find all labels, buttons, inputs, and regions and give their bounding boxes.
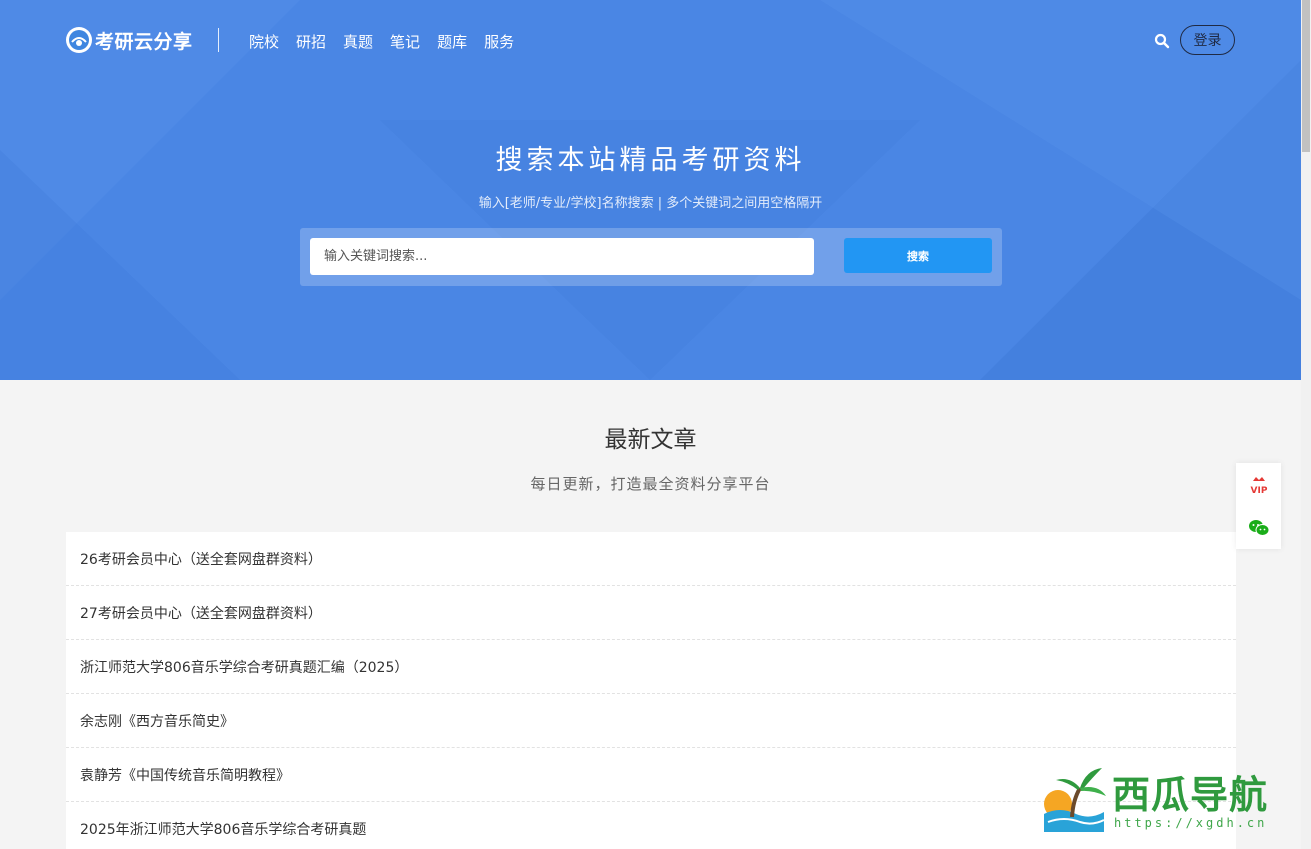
vip-icon: VIP <box>1250 476 1267 496</box>
nav-item-schools[interactable]: 院校 <box>249 31 279 52</box>
nav-item-question-bank[interactable]: 题库 <box>437 31 467 52</box>
hero-title: 搜索本站精品考研资料 <box>495 145 806 176</box>
logo-icon <box>66 27 92 53</box>
article-item[interactable]: 27考研会员中心（送全套网盘群资料） <box>66 586 1236 640</box>
logo-text: 考研云分享 <box>95 30 193 53</box>
wechat-icon <box>1248 519 1269 536</box>
watermark-url: https://xgdh.cn <box>1114 816 1268 830</box>
vip-button[interactable]: VIP <box>1236 463 1281 506</box>
article-item[interactable]: 浙江师范大学806音乐学综合考研真题汇编（2025） <box>66 640 1236 694</box>
search-button[interactable]: 搜索 <box>844 238 992 273</box>
palm-island-icon <box>1044 768 1106 832</box>
scrollbar-thumb[interactable] <box>1302 0 1310 152</box>
site-logo[interactable]: 考研云分享 <box>66 26 193 54</box>
top-navigation: 考研云分享 院校 研招 真题 笔记 题库 服务 登录 <box>66 22 1236 62</box>
hero-subtitle: 输入[老师/专业/学校]名称搜索 | 多个关键词之间用空格隔开 <box>478 196 823 211</box>
article-item[interactable]: 26考研会员中心（送全套网盘群资料） <box>66 532 1236 586</box>
nav-divider <box>218 28 219 52</box>
side-toolbar: VIP <box>1236 463 1281 549</box>
hero-banner: 考研云分享 院校 研招 真题 笔记 题库 服务 登录 搜索本站精品考研资料 输入… <box>0 0 1301 380</box>
article-item[interactable]: 余志刚《西方音乐简史》 <box>66 694 1236 748</box>
page-scrollbar[interactable] <box>1301 0 1311 849</box>
latest-articles-subtitle: 每日更新，打造最全资料分享平台 <box>530 475 771 493</box>
vip-label: VIP <box>1250 486 1267 496</box>
nav-menu: 院校 研招 真题 笔记 题库 服务 <box>249 31 531 52</box>
watermark-title: 西瓜导航 <box>1112 772 1269 817</box>
nav-item-services[interactable]: 服务 <box>484 31 514 52</box>
wechat-button[interactable] <box>1236 506 1281 549</box>
watermark-logo: 西瓜导航 https://xgdh.cn <box>1042 762 1292 842</box>
search-input[interactable] <box>310 238 814 275</box>
search-icon[interactable] <box>1154 33 1170 49</box>
nav-item-past-papers[interactable]: 真题 <box>343 31 373 52</box>
nav-item-admissions[interactable]: 研招 <box>296 31 326 52</box>
search-box: 搜索 <box>300 228 1002 286</box>
login-button[interactable]: 登录 <box>1180 25 1235 55</box>
nav-item-notes[interactable]: 笔记 <box>390 31 420 52</box>
latest-articles-title: 最新文章 <box>604 427 697 453</box>
